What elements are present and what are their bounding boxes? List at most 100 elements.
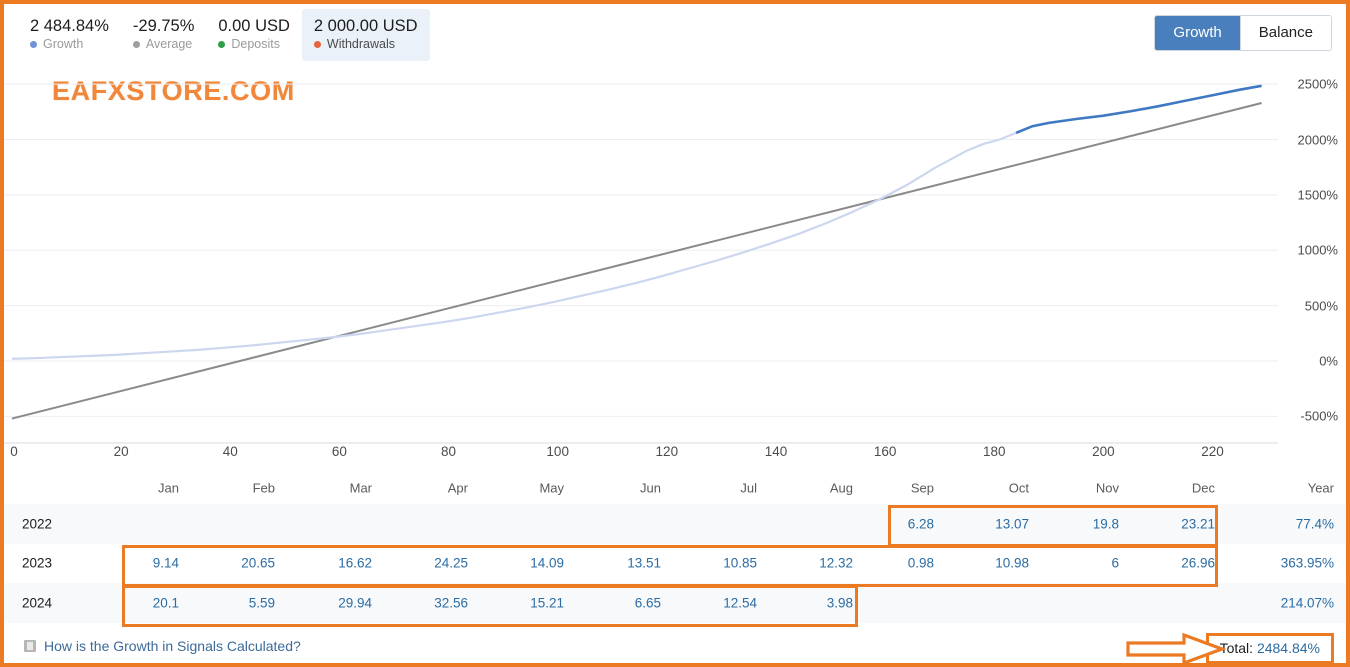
x-axis-tick: 40 — [222, 444, 238, 459]
table-cell-month: 15.21 — [530, 595, 564, 611]
stat-label-growth: Growth — [30, 36, 109, 53]
total-value: 2484.84% — [1256, 640, 1320, 656]
how-growth-calculated-link[interactable]: How is the Growth in Signals Calculated? — [24, 638, 301, 654]
stat-label-text-average: Average — [145, 37, 193, 51]
legend-dot-average — [132, 41, 140, 48]
table-col-header: Oct — [1008, 480, 1029, 496]
chart-area: EAFXSTORE.COM 2500% 2000% 1500% 1000% 500% 0%… — [4, 62, 1346, 444]
table-col-header: Jul — [740, 480, 757, 496]
x-axis-tick: 100 — [546, 444, 569, 459]
table-cell-year-total: 77.4% — [1295, 516, 1334, 532]
total-label: Total: — [1219, 640, 1257, 656]
table-cell-year-total: 214.07% — [1280, 595, 1334, 611]
table-row-year: 2023 — [22, 555, 53, 571]
table-row: 2023 9.14 20.65 16.62 24.25 14.09 13.51 10.85 12… — [4, 544, 1346, 584]
table-cell-month: 29.94 — [338, 595, 372, 611]
tab-growth[interactable]: Growth — [1155, 16, 1240, 50]
stat-average: -29.75% Average — [121, 9, 206, 61]
stat-label-deposits: Deposits — [218, 36, 290, 53]
stat-deposits: 0.00 USD Deposits — [206, 9, 302, 61]
table-cell-month: 12.32 — [819, 555, 853, 571]
total-growth-box: Total: 2484.84% — [1205, 633, 1334, 663]
x-axis-tick: 60 — [331, 444, 347, 459]
y-axis-tick: 1500% — [1297, 187, 1338, 203]
table-cell-month: 19.8 — [1092, 516, 1119, 532]
table-header-row: Jan Feb Mar Apr May Jun Jul Aug Sep Oct Nov Dec Year — [4, 472, 1346, 504]
stats-header: 2 484.84% Growth -29.75% Average 0.00 USD Dep… — [4, 4, 1346, 62]
stat-label-text-withdrawals: Withdrawals — [326, 37, 395, 51]
y-axis-tick: 0% — [1319, 353, 1338, 369]
table-cell-month: 14.09 — [530, 555, 564, 571]
table-cell-month: 23.21 — [1181, 516, 1215, 532]
table-col-header: Jun — [640, 480, 661, 496]
how-growth-calculated-label: How is the Growth in Signals Calculated? — [44, 638, 301, 654]
table-cell-month: 6 — [1111, 555, 1119, 571]
table-cell-month: 5.59 — [248, 595, 275, 611]
growth-line — [1015, 84, 1262, 135]
y-axis-labels: 2500% 2000% 1500% 1000% 500% 0% -500% — [1282, 62, 1344, 444]
table-cell-month: 13.51 — [627, 555, 661, 571]
tab-balance[interactable]: Balance — [1239, 16, 1331, 50]
table-row-year: 2022 — [22, 516, 53, 532]
table-cell-month: 24.25 — [434, 555, 468, 571]
table-row: 2024 20.1 5.59 29.94 32.56 15.21 6.65 12.54 3.98… — [4, 583, 1346, 623]
y-axis-tick: 2000% — [1297, 132, 1338, 147]
x-axis-tick: 80 — [441, 444, 457, 459]
table-cell-month: 0.98 — [907, 555, 934, 571]
table-col-header: Feb — [252, 480, 275, 496]
x-axis-tick: 200 — [1092, 444, 1115, 459]
stat-label-text-growth: Growth — [43, 37, 84, 51]
x-axis-tick: 140 — [764, 444, 788, 459]
x-axis-tick: 160 — [873, 444, 897, 459]
table-cell-year-total: 363.95% — [1280, 555, 1334, 571]
y-axis-tick: 1000% — [1297, 242, 1338, 258]
stat-label-withdrawals: Withdrawals — [313, 36, 418, 53]
stat-value-average: -29.75% — [132, 17, 195, 35]
x-axis-tick: 0 — [10, 444, 18, 459]
average-line — [11, 101, 1262, 420]
stats-row: 2 484.84% Growth -29.75% Average 0.00 USD Dep… — [18, 9, 430, 61]
legend-dot-growth — [30, 41, 37, 48]
table-cell-month: 13.07 — [995, 516, 1029, 532]
table-cell-month: 6.65 — [634, 595, 661, 611]
table-col-header: Apr — [447, 480, 468, 496]
monthly-growth-table: Jan Feb Mar Apr May Jun Jul Aug Sep Oct Nov Dec Year… — [4, 472, 1346, 623]
table-col-header: Year — [1307, 480, 1334, 496]
stat-value-withdrawals: 2 000.00 USD — [313, 17, 418, 35]
table-col-header: Dec — [1191, 480, 1215, 496]
table-cell-month: 6.28 — [907, 516, 934, 532]
stat-label-average: Average — [132, 36, 194, 53]
stat-growth: 2 484.84% Growth — [18, 9, 121, 61]
growth-line-chart — [4, 83, 1278, 444]
x-axis-tick: 20 — [113, 444, 129, 459]
table-cell-month: 12.54 — [723, 595, 757, 611]
legend-dot-deposits — [218, 41, 226, 48]
table-cell-month: 20.1 — [152, 595, 179, 611]
x-axis-ticks: 0 20 40 60 80 100 120 140 160 180 200 220 — [4, 444, 1346, 474]
table-col-header: Mar — [349, 480, 372, 496]
stat-withdrawals: 2 000.00 USD Withdrawals — [301, 9, 430, 61]
table-col-header: Nov — [1095, 480, 1119, 496]
legend-dot-withdrawals — [313, 41, 321, 48]
table-cell-month: 10.85 — [723, 555, 757, 571]
chart-mode-toggle[interactable]: Growth Balance — [1154, 15, 1332, 51]
table-row-year: 2024 — [22, 595, 53, 611]
growth-line-muted — [11, 131, 1017, 360]
table-col-header: Jan — [158, 480, 179, 496]
table-cell-month: 32.56 — [434, 595, 468, 611]
growth-chart-panel: 2 484.84% Growth -29.75% Average 0.00 USD Dep… — [0, 0, 1350, 667]
table-col-header: Aug — [829, 480, 853, 496]
table-cell-month: 3.98 — [826, 595, 853, 611]
table-cell-month: 10.98 — [995, 555, 1029, 571]
table-row: 2022 6.28 13.07 19.8 23.21 77.4% — [4, 504, 1346, 544]
x-axis-tick: 220 — [1201, 444, 1224, 459]
y-axis-tick: 2500% — [1297, 76, 1338, 92]
panel-footer: How is the Growth in Signals Calculated?… — [4, 629, 1346, 663]
table-cell-month: 20.65 — [241, 555, 275, 571]
stat-value-deposits: 0.00 USD — [218, 17, 290, 35]
table-cell-month: 26.96 — [1181, 555, 1215, 571]
table-cell-month: 16.62 — [338, 555, 372, 571]
stat-label-text-deposits: Deposits — [231, 37, 281, 51]
table-col-header: May — [539, 480, 564, 496]
table-col-header: Sep — [910, 480, 934, 496]
